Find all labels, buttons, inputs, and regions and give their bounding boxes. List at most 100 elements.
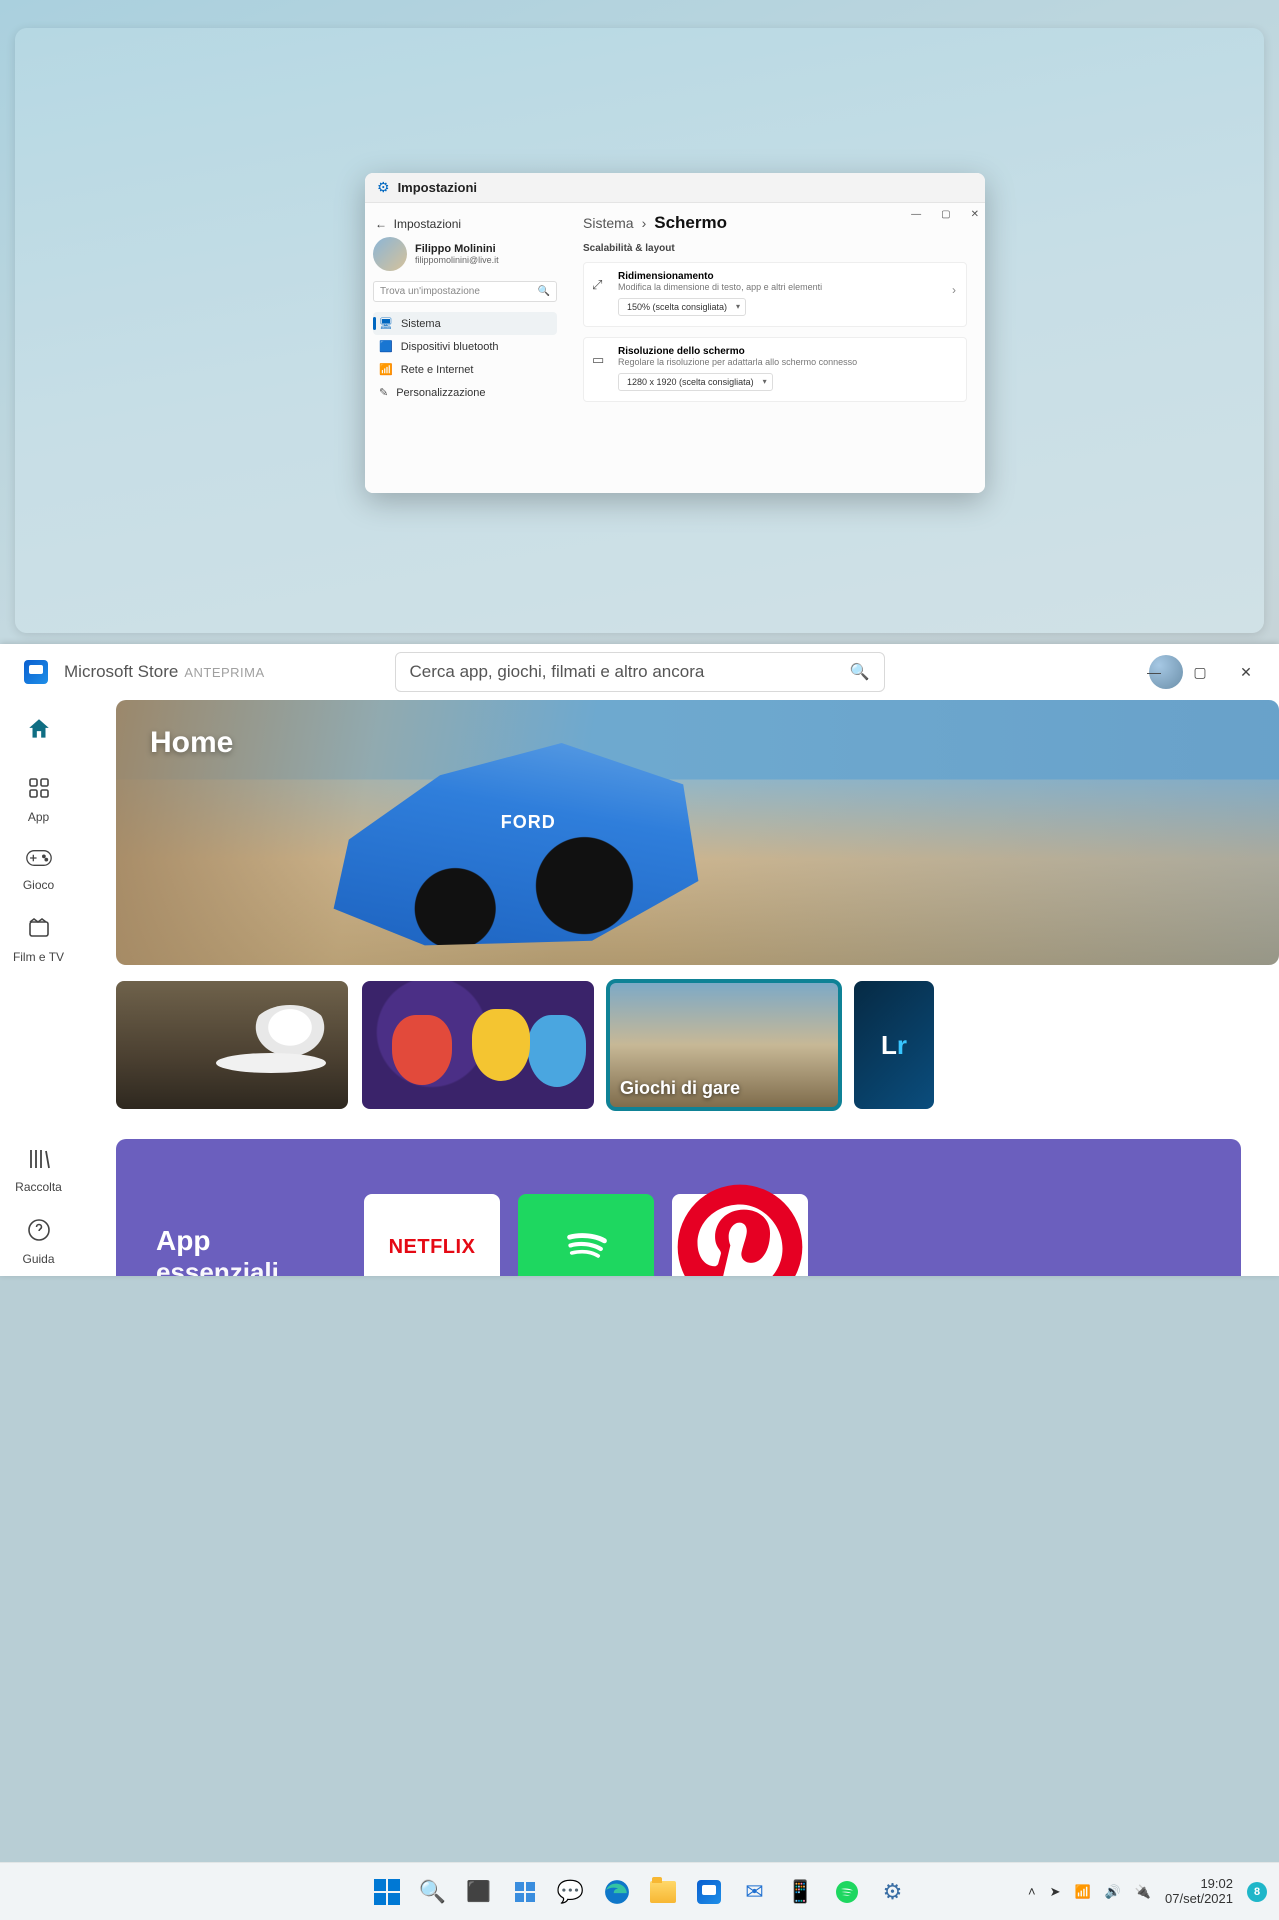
maximize-button[interactable]: ▢ (1177, 664, 1223, 681)
resolution-dropdown[interactable]: 1280 x 1920 (scelta consigliata) (618, 373, 773, 391)
search-icon: 🔍 (419, 1879, 446, 1905)
task-view-card[interactable]: ⚙ Impostazioni — ▢ ✕ ← Impostazioni (15, 28, 1264, 633)
battery-icon[interactable]: 🔌 (1135, 1884, 1151, 1900)
taskbar-mail[interactable]: ✉ (736, 1873, 774, 1911)
mail-icon: ✉ (745, 1879, 763, 1905)
settings-window-preview[interactable]: ⚙ Impostazioni — ▢ ✕ ← Impostazioni (365, 173, 985, 493)
window-controls: — ▢ ✕ (1131, 644, 1269, 700)
location-icon[interactable]: ➤ (1050, 1884, 1061, 1900)
thumb-lightroom[interactable]: Lr (854, 981, 934, 1109)
hero-title: Home (150, 726, 233, 760)
scale-desc: Modifica la dimensione di testo, app e a… (618, 282, 956, 292)
nav-label: Dispositivi bluetooth (401, 341, 499, 353)
settings-titlebar: ⚙ Impostazioni (365, 173, 985, 203)
edge-icon (604, 1879, 630, 1905)
side-label: Guida (22, 1252, 54, 1266)
widgets-button[interactable] (506, 1873, 544, 1911)
search-placeholder: Trova un'impostazione (380, 286, 480, 297)
taskbar-center: 🔍 ⬛ 💬 ✉ 📱 ⚙ (368, 1873, 912, 1911)
hero-banner[interactable]: Home (116, 700, 1279, 965)
side-label: App (28, 810, 49, 824)
home-icon (26, 716, 52, 748)
nav-item-bluetooth[interactable]: 🟦 Dispositivi bluetooth (373, 335, 557, 358)
side-item-raccolta[interactable]: Raccolta (4, 1138, 74, 1204)
taskbar-chat[interactable]: 💬 (552, 1873, 590, 1911)
breadcrumb: Sistema › Schermo (583, 213, 967, 233)
back-button[interactable]: ← Impostazioni (375, 217, 557, 231)
store-search-placeholder: Cerca app, giochi, filmati e altro ancor… (410, 662, 705, 682)
chevron-up-icon[interactable]: ˄ (1028, 1884, 1036, 1899)
scale-icon: ⤢ (592, 277, 602, 293)
notification-badge[interactable]: 8 (1247, 1882, 1267, 1902)
nav-item-sistema[interactable]: 🖥 Sistema (373, 312, 557, 335)
app-tile-netflix[interactable]: NETFLIX (364, 1194, 500, 1276)
start-button[interactable] (368, 1873, 406, 1911)
nav-item-rete[interactable]: 📶 Rete e Internet (373, 358, 557, 381)
side-item-app[interactable]: App (4, 766, 74, 834)
essentials-title: App essenziali (156, 1225, 346, 1276)
user-name: Filippo Molinini (415, 243, 499, 255)
gear-icon: ⚙ (883, 1879, 903, 1905)
taskbar-settings[interactable]: ⚙ (874, 1873, 912, 1911)
wifi-icon[interactable]: 📶 (1074, 1884, 1090, 1900)
store-sidebar: App Gioco Film e TV Raccolta (0, 700, 78, 1276)
app-tile-pinterest[interactable] (672, 1194, 808, 1276)
brush-icon: ✎ (379, 386, 388, 399)
help-icon (27, 1218, 51, 1248)
close-button[interactable]: ✕ (971, 209, 979, 220)
user-avatar (373, 237, 407, 271)
lr-letter: L (881, 1030, 897, 1061)
minimize-button[interactable]: — (1131, 664, 1177, 680)
thumb-productivity[interactable] (116, 981, 348, 1109)
taskbar-clock[interactable]: 19:02 07/set/2021 (1165, 1877, 1233, 1907)
thumb-among-us[interactable] (362, 981, 594, 1109)
app-tile-spotify[interactable] (518, 1194, 654, 1276)
volume-icon[interactable]: 🔊 (1105, 1884, 1121, 1900)
side-item-guida[interactable]: Guida (4, 1208, 74, 1276)
taskbar: 🔍 ⬛ 💬 ✉ 📱 ⚙ ˄ ➤ 📶 🔊 🔌 19:02 07/set/2021 … (0, 1862, 1279, 1920)
taskbar-store[interactable] (690, 1873, 728, 1911)
taskbar-search[interactable]: 🔍 (414, 1873, 452, 1911)
settings-search-input[interactable]: Trova un'impostazione 🔍 (373, 281, 557, 302)
taskbar-edge[interactable] (598, 1873, 636, 1911)
hero-art (326, 720, 706, 950)
system-icon: 🖥 (379, 317, 393, 330)
notification-count: 8 (1254, 1886, 1260, 1898)
store-window: Microsoft Store ANTEPRIMA Cerca app, gio… (0, 644, 1279, 1276)
task-view-icon: ⬛ (466, 1879, 491, 1904)
breadcrumb-root[interactable]: Sistema (583, 215, 634, 231)
thumb-racing-games[interactable]: Giochi di gare (608, 981, 840, 1109)
taskbar-explorer[interactable] (644, 1873, 682, 1911)
spotify-icon (558, 1219, 614, 1275)
essentials-line2: essenziali (156, 1257, 346, 1276)
maximize-button[interactable]: ▢ (941, 209, 950, 220)
chat-icon: 💬 (557, 1879, 584, 1905)
minimize-button[interactable]: — (911, 209, 921, 220)
side-item-gioco[interactable]: Gioco (4, 838, 74, 902)
game-icon (26, 848, 52, 874)
apps-icon (27, 776, 51, 806)
setting-card-resolution[interactable]: ▭ Risoluzione dello schermo Regolare la … (583, 337, 967, 402)
chevron-right-icon: › (952, 283, 956, 297)
store-search-input[interactable]: Cerca app, giochi, filmati e altro ancor… (395, 652, 885, 692)
chevron-right-icon: › (642, 215, 647, 231)
nav-item-personalizzazione[interactable]: ✎ Personalizzazione (373, 381, 557, 404)
task-view-button[interactable]: ⬛ (460, 1873, 498, 1911)
essentials-band: App essenziali NETFLIX (116, 1139, 1241, 1276)
store-preview-badge: ANTEPRIMA (184, 665, 264, 680)
scale-value: 150% (scelta consigliata) (627, 302, 727, 312)
library-icon (27, 1148, 51, 1176)
bluetooth-icon: 🟦 (379, 340, 393, 353)
scale-dropdown[interactable]: 150% (scelta consigliata) (618, 298, 746, 316)
taskbar-phone[interactable]: 📱 (782, 1873, 820, 1911)
pinterest-icon (672, 1179, 808, 1276)
close-button[interactable]: ✕ (1223, 664, 1269, 681)
side-item-film[interactable]: Film e TV (4, 906, 74, 974)
store-icon (697, 1880, 721, 1904)
taskbar-spotify[interactable] (828, 1873, 866, 1911)
setting-card-scale[interactable]: ⤢ › Ridimensionamento Modifica la dimens… (583, 262, 967, 327)
settings-sidebar: ← Impostazioni Filippo Molinini filippom… (365, 203, 565, 493)
search-icon: 🔍 (850, 662, 870, 682)
side-item-home[interactable] (4, 706, 74, 762)
user-account-block[interactable]: Filippo Molinini filippomolinini@live.it (373, 237, 557, 271)
